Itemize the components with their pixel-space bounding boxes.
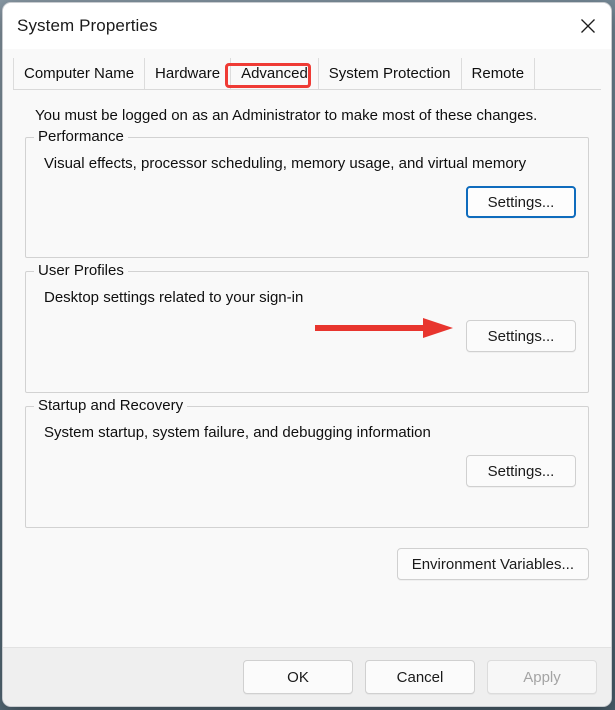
dialog-footer: OK Cancel Apply bbox=[3, 647, 611, 706]
tab-label: Computer Name bbox=[24, 65, 134, 82]
tab-strip-filler bbox=[535, 58, 601, 89]
tab-computer-name[interactable]: Computer Name bbox=[13, 58, 145, 89]
ok-button[interactable]: OK bbox=[243, 660, 353, 694]
group-performance-description: Visual effects, processor scheduling, me… bbox=[44, 155, 588, 172]
close-icon bbox=[580, 18, 596, 34]
group-performance-legend: Performance bbox=[34, 128, 128, 145]
tab-strip: Computer Name Hardware Advanced System P… bbox=[13, 58, 601, 90]
environment-variables-row: Environment Variables... bbox=[13, 548, 589, 580]
cancel-button[interactable]: Cancel bbox=[365, 660, 475, 694]
tab-label: Hardware bbox=[155, 65, 220, 82]
window-title: System Properties bbox=[17, 16, 158, 36]
group-user-profiles-description: Desktop settings related to your sign-in bbox=[44, 289, 588, 306]
dialog-client-area: Computer Name Hardware Advanced System P… bbox=[3, 49, 611, 706]
group-startup-button-row: Settings... bbox=[26, 441, 588, 501]
title-bar: System Properties bbox=[3, 3, 611, 49]
startup-and-recovery-settings-button[interactable]: Settings... bbox=[466, 455, 576, 487]
group-startup-and-recovery: Startup and Recovery System startup, sys… bbox=[25, 406, 589, 528]
group-user-profiles: User Profiles Desktop settings related t… bbox=[25, 271, 589, 393]
apply-button[interactable]: Apply bbox=[487, 660, 597, 694]
user-profiles-settings-button[interactable]: Settings... bbox=[466, 320, 576, 352]
performance-settings-button[interactable]: Settings... bbox=[466, 186, 576, 218]
tab-advanced[interactable]: Advanced bbox=[231, 58, 319, 89]
tab-system-protection[interactable]: System Protection bbox=[319, 58, 462, 89]
administrator-note: You must be logged on as an Administrato… bbox=[35, 107, 601, 124]
group-user-profiles-button-row: Settings... bbox=[26, 306, 588, 366]
close-button[interactable] bbox=[565, 3, 611, 49]
tab-hardware[interactable]: Hardware bbox=[145, 58, 231, 89]
tab-remote[interactable]: Remote bbox=[462, 58, 536, 89]
group-user-profiles-legend: User Profiles bbox=[34, 262, 128, 279]
group-performance: Performance Visual effects, processor sc… bbox=[25, 137, 589, 258]
tab-label: Remote bbox=[472, 65, 525, 82]
tab-label: System Protection bbox=[329, 65, 451, 82]
advanced-tab-panel: You must be logged on as an Administrato… bbox=[3, 90, 611, 647]
environment-variables-button[interactable]: Environment Variables... bbox=[397, 548, 589, 580]
group-performance-button-row: Settings... bbox=[26, 172, 588, 232]
group-startup-description: System startup, system failure, and debu… bbox=[44, 424, 588, 441]
system-properties-dialog: System Properties Computer Name Hardware… bbox=[2, 2, 612, 707]
group-startup-legend: Startup and Recovery bbox=[34, 397, 187, 414]
tab-label: Advanced bbox=[241, 65, 308, 82]
